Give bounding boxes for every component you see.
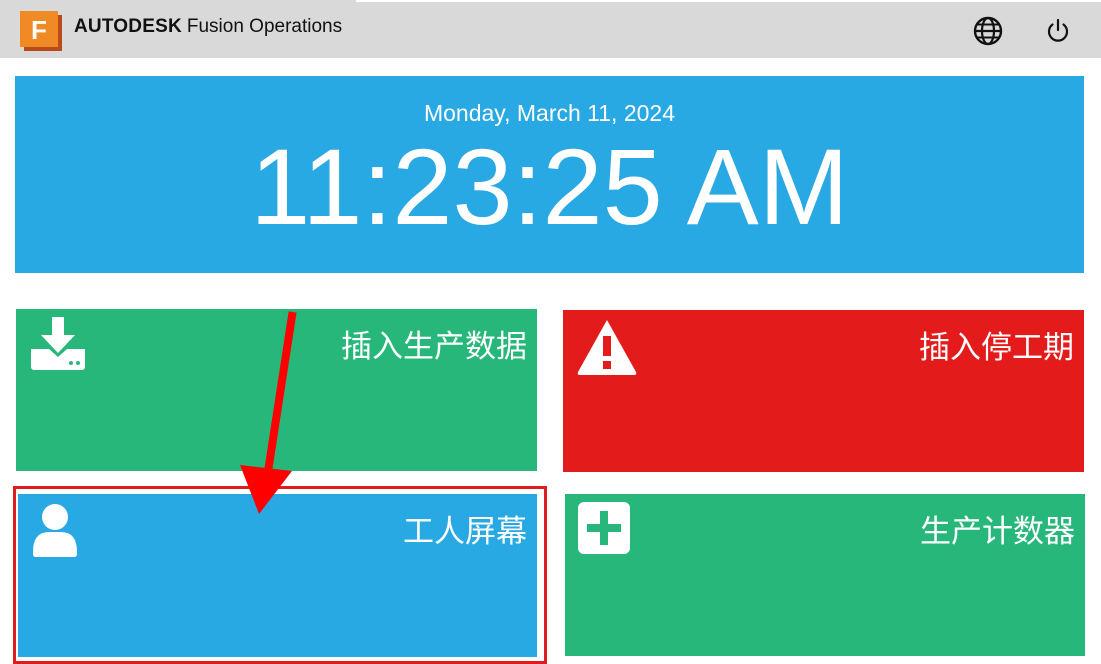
user-icon	[31, 502, 83, 563]
logo-letter: F	[31, 15, 47, 45]
download-icon	[29, 317, 87, 376]
language-button[interactable]	[970, 13, 1006, 49]
tile-label: 插入生产数据	[341, 329, 527, 365]
brand-company: AUTODESK	[74, 16, 182, 37]
app-brand: AUTODESK Fusion Operations	[74, 16, 342, 38]
top-bar: F AUTODESK Fusion Operations	[0, 0, 1101, 58]
insert-downtime-tile[interactable]: 插入停工期	[563, 310, 1084, 472]
insert-production-data-tile[interactable]: 插入生产数据	[16, 309, 537, 471]
power-icon	[1047, 18, 1069, 42]
clock-panel: Monday, March 11, 2024 11:23:25 AM	[15, 76, 1084, 273]
tile-label: 插入停工期	[919, 330, 1074, 366]
tile-label: 生产计数器	[920, 514, 1075, 550]
warning-icon	[576, 318, 638, 381]
current-time: 11:23:25 AM	[250, 126, 849, 247]
globe-icon	[973, 16, 1003, 46]
tile-label: 工人屏幕	[403, 514, 527, 550]
production-counter-tile[interactable]: 生产计数器	[565, 494, 1085, 656]
fusion-logo-icon: F	[20, 11, 63, 51]
worker-screen-tile[interactable]: 工人屏幕	[18, 494, 537, 657]
plus-square-icon	[578, 502, 632, 561]
current-date: Monday, March 11, 2024	[423, 100, 675, 126]
brand-product: Fusion Operations	[186, 16, 343, 37]
logout-button[interactable]	[1040, 13, 1076, 49]
